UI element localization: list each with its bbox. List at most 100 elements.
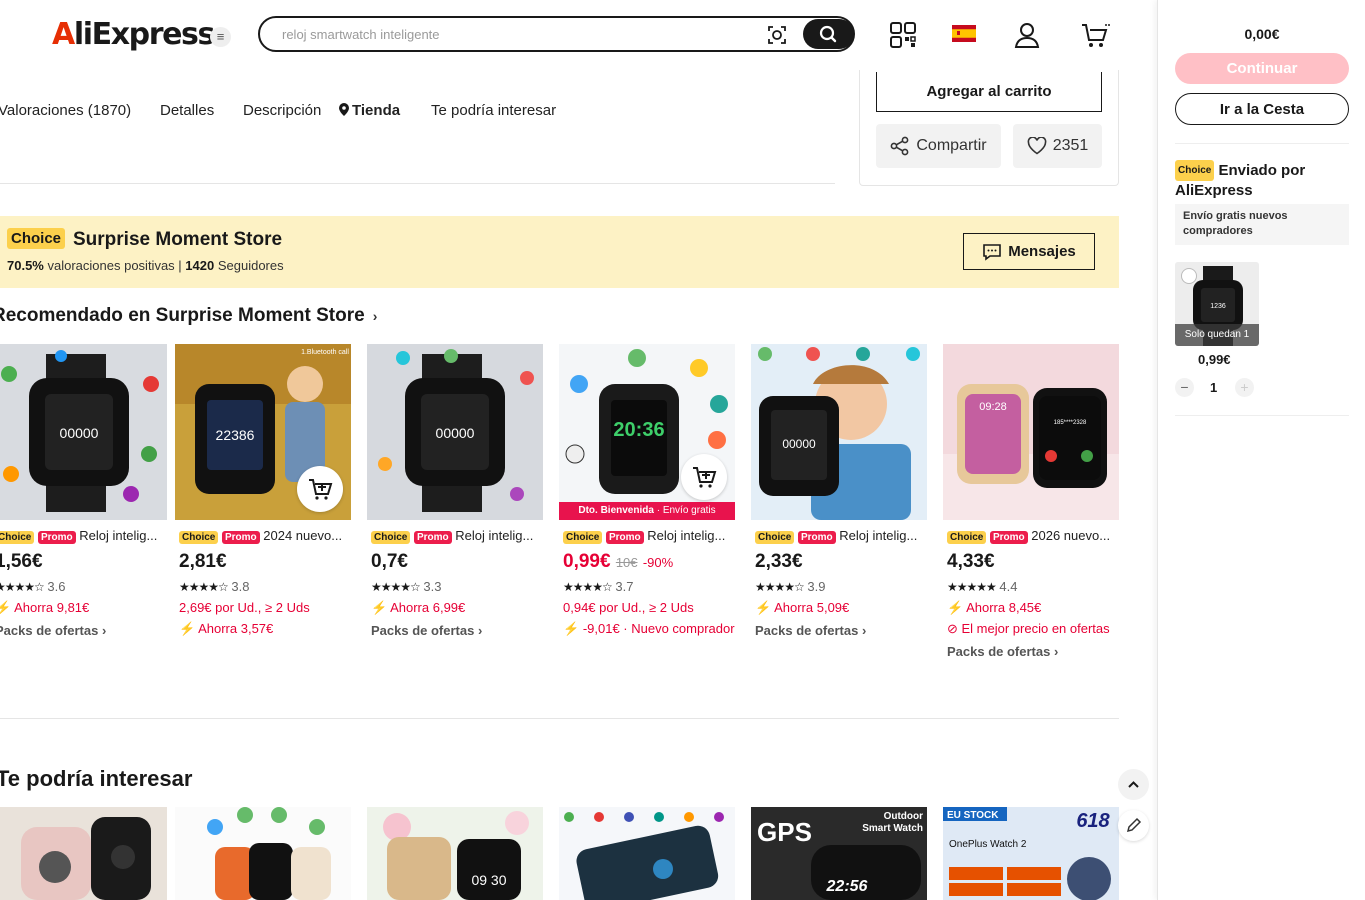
product-title[interactable]: Choice Promo Reloj intelig... <box>371 528 547 544</box>
product-image[interactable]: 09 30 <box>367 807 543 900</box>
new-buyer-text: -9,01€ · Nuevo comprador <box>582 621 735 636</box>
search-icon <box>819 25 837 43</box>
product-title-text: 2026 nuevo... <box>1031 528 1111 543</box>
product-image[interactable] <box>559 807 735 900</box>
deals-pack-link[interactable]: Packs de ofertas › <box>371 623 543 638</box>
product-title[interactable]: Choice Promo Reloj intelig... <box>755 528 931 544</box>
savings-text: Ahorra 9,81€ <box>14 600 90 615</box>
deals-pack-link[interactable]: Packs de ofertas › <box>0 623 167 638</box>
wishlist-button[interactable]: 2351 <box>1013 124 1102 168</box>
rating-value: 3.9 <box>807 579 826 594</box>
product-price: 2,33€ <box>755 551 803 572</box>
product-image[interactable]: EU STOCK 618 OnePlus Watch 2 <box>943 807 1119 900</box>
product-rating: ★★★★☆ 3.3 <box>371 579 442 594</box>
product-title[interactable]: Choice Promo Reloj intelig... <box>0 528 171 544</box>
svg-text:00000: 00000 <box>782 437 816 451</box>
promo-badge: Promo <box>413 531 452 544</box>
quantity-increase-button[interactable]: + <box>1235 378 1254 397</box>
tab-store[interactable]: Tienda <box>339 102 400 119</box>
share-label: Compartir <box>916 137 987 154</box>
image-search-icon[interactable] <box>766 24 788 46</box>
chat-icon <box>983 243 1002 261</box>
product-title-text: Reloj intelig... <box>647 528 726 543</box>
product-image[interactable]: 09:28 185****2328 <box>943 344 1119 520</box>
tab-reviews[interactable]: Valoraciones (1870) <box>0 102 131 119</box>
product-title[interactable]: Choice Promo 2026 nuevo... <box>947 528 1123 544</box>
search-bar <box>258 16 855 52</box>
choice-badge: Choice <box>947 531 987 544</box>
tab-recommendations[interactable]: Te podría interesar <box>431 102 556 119</box>
bulk-price: 0,94€ por Ud., ≥ 2 Uds <box>563 600 694 615</box>
divider <box>1175 143 1349 144</box>
scroll-to-top-button[interactable] <box>1118 769 1149 800</box>
select-item-radio[interactable] <box>1181 268 1197 284</box>
product-title-text: Reloj intelig... <box>839 528 918 543</box>
product-image[interactable]: GPS Outdoor Smart Watch 22:56 <box>751 807 927 900</box>
product-savings: ⚡ Ahorra 3,57€ <box>179 621 274 636</box>
store-name[interactable]: Surprise Moment Store <box>73 229 282 251</box>
product-image[interactable] <box>175 807 351 900</box>
savings-text: Ahorra 3,57€ <box>198 621 274 636</box>
savings-text: Ahorra 5,09€ <box>774 600 850 615</box>
add-to-cart-button[interactable]: Agregar al carrito <box>876 72 1102 112</box>
product-title-text: 2024 nuevo... <box>263 528 343 543</box>
add-to-cart-icon[interactable] <box>681 454 727 500</box>
deals-pack-text: Packs de ofertas <box>0 623 99 638</box>
wishlist-count: 2351 <box>1052 137 1089 154</box>
store-stats: 70.5% valoraciones positivas | 1420 Segu… <box>7 258 284 273</box>
go-to-basket-button[interactable]: Ir a la Cesta <box>1175 93 1349 125</box>
add-to-cart-icon[interactable] <box>297 466 343 512</box>
product-image[interactable]: 00000 <box>751 344 927 520</box>
continue-button[interactable]: Continuar <box>1175 53 1349 84</box>
svg-text:22386: 22386 <box>216 427 255 443</box>
recommended-section-title[interactable]: Recomendado en Surprise Moment Store › <box>0 305 377 327</box>
product-title[interactable]: Choice Promo Reloj intelig... <box>563 528 739 544</box>
deals-pack-link[interactable]: Packs de ofertas › <box>947 644 1119 659</box>
product-price: 2,81€ <box>179 551 227 572</box>
messages-button[interactable]: Mensajes <box>963 233 1095 270</box>
welcome-banner-text: Dto. Bienvenida <box>578 505 654 516</box>
cart-item-image[interactable]: 1236 Solo quedan 1 <box>1175 262 1259 346</box>
product-image[interactable]: 00000 <box>367 344 543 520</box>
product-savings: ⚡ Ahorra 6,99€ <box>371 600 466 615</box>
choice-badge: Choice <box>755 531 795 544</box>
product-savings: ⚡ Ahorra 9,81€ <box>0 600 90 615</box>
svg-text:1.Bluetooth call: 1.Bluetooth call <box>301 349 349 356</box>
product-image[interactable] <box>0 807 167 900</box>
tab-details[interactable]: Detalles <box>160 102 214 119</box>
header: AliExpress ≡ <box>0 0 1157 70</box>
logo-text: liExpress <box>73 17 216 52</box>
deals-pack-link[interactable]: Packs de ofertas › <box>755 623 927 638</box>
pencil-icon <box>1126 817 1142 833</box>
cart-icon[interactable] <box>1080 20 1110 50</box>
product-image[interactable]: 00000 <box>0 344 167 520</box>
menu-icon[interactable]: ≡ <box>210 27 231 47</box>
qr-code-icon[interactable] <box>888 20 918 50</box>
product-image[interactable]: 20:36 Dto. Bienvenida · Envío gratis <box>559 344 735 520</box>
spain-flag-icon[interactable] <box>952 25 976 42</box>
promo-badge: Promo <box>37 531 76 544</box>
chevron-up-icon <box>1128 781 1139 788</box>
product-title[interactable]: Choice Promo 2024 nuevo... <box>179 528 355 544</box>
best-price-text: El mejor precio en ofertas <box>961 621 1110 636</box>
share-button[interactable]: Compartir <box>876 124 1001 168</box>
svg-text:185****2328: 185****2328 <box>1054 420 1087 426</box>
aliexpress-logo[interactable]: AliExpress <box>52 17 216 52</box>
sale-price: 0,99€ <box>563 551 611 572</box>
search-input[interactable] <box>282 24 722 44</box>
choice-badge: Choice <box>0 531 35 544</box>
savings-text: Ahorra 6,99€ <box>390 600 466 615</box>
product-image[interactable]: 22386 1.Bluetooth call <box>175 344 351 520</box>
stock-remaining: Solo quedan 1 <box>1175 324 1259 346</box>
feedback-button[interactable] <box>1118 810 1149 841</box>
search-button[interactable] <box>803 19 854 49</box>
promo-badge: Promo <box>605 531 644 544</box>
product-rating: ★★★★☆ 3.9 <box>755 579 826 594</box>
original-price: 10€ <box>615 555 638 570</box>
promo-badge: Promo <box>797 531 836 544</box>
account-icon[interactable] <box>1012 20 1042 50</box>
tab-description[interactable]: Descripción <box>243 102 321 119</box>
quantity-decrease-button[interactable]: − <box>1175 378 1194 397</box>
share-icon <box>890 136 909 156</box>
stars-icon: ★★★★☆ <box>0 580 45 594</box>
